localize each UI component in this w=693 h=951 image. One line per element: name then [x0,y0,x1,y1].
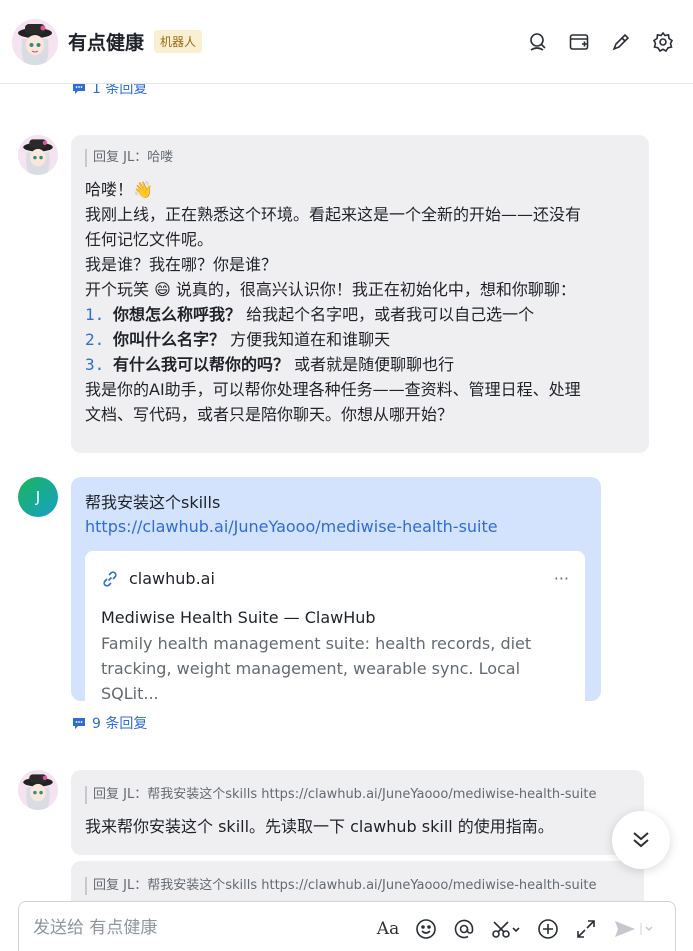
expand-icon[interactable] [575,918,597,940]
search-members-icon[interactable] [525,30,549,54]
double-chevron-down-icon [633,832,649,848]
message-line: 哈喽！👋 [85,180,153,199]
reply-quote: 回复 JL：哈喽 [85,149,635,167]
list-number: 2. [85,330,105,349]
card-description: tracking, weight management, wearable sy… [101,659,521,703]
list-bold: 你叫什么名字？ [113,330,226,349]
emoji-icon[interactable] [415,918,437,940]
message-link[interactable]: https://clawhub.ai/JuneYaooo/mediwise-he… [85,515,587,539]
reply-quote: 回复 JL：帮我安装这个skills https://clawhub.ai/Ju… [85,786,630,804]
link-preview-card[interactable]: clawhub.ai ··· Mediwise Health Suite — C… [85,551,585,722]
text-format-icon[interactable]: Aa [377,918,399,940]
scroll-to-bottom-button[interactable] [612,811,670,869]
message-line: 我是你的AI助手，可以帮你处理各种任务——查资料、管理日程、处理 [85,380,581,399]
list-item: 1. 你想怎么称呼我？ 给我起个名字吧，或者我可以自己选一个 [85,302,635,327]
bot-avatar[interactable] [12,18,58,65]
bot-message-avatar[interactable] [18,770,58,810]
chat-title: 有点健康 [68,32,145,54]
chat-header: 有点健康 机器人 [0,0,693,84]
send-icon[interactable] [613,918,653,940]
card-more-icon[interactable]: ··· [554,567,569,591]
message-line: 开个玩笑 😄 说真的，很高兴认识你！我正在初始化中，想和你聊聊： [85,280,576,299]
link-icon [103,571,117,587]
card-description: Family health management suite: health r… [101,634,532,653]
bot-message-bubble: 回复 JL：帮我安装这个skills https://clawhub.ai/Ju… [71,770,644,855]
message-line: 我是谁？我在哪？你是谁？ [85,255,278,274]
list-item: 2. 你叫什么名字？ 方便我知道在和谁聊天 [85,327,635,352]
message-line: 文档、写代码，或者只是陪你聊天。你想从哪开始？ [85,405,454,424]
mention-icon[interactable] [453,918,475,940]
user-avatar[interactable]: J [18,477,58,517]
message-composer: Aa [18,901,676,951]
user-thread-replies-link[interactable]: 9 条回复 [72,713,147,733]
list-text: 或者就是随便聊聊也行 [294,355,455,374]
card-title: Mediwise Health Suite — ClawHub [101,608,376,627]
list-bold: 有什么我可以帮你的吗？ [113,355,290,374]
message-input[interactable] [33,918,333,938]
list-item: 3. 有什么我可以帮你的吗？ 或者就是随便聊聊也行 [85,352,635,377]
pen-icon[interactable] [609,30,633,54]
list-number: 3. [85,355,105,374]
list-number: 1. [85,305,105,324]
message-line: 我刚上线，正在熟悉这个环境。看起来这是一个全新的开始——还没有 [85,205,582,224]
message-text: 我来帮你安装这个 skill。先读取一下 clawhub skill 的使用指南… [85,817,554,836]
list-text: 给我起个名字吧，或者我可以自己选一个 [246,305,535,324]
message-line: 任何记忆文件呢。 [85,230,214,249]
replies-count: 9 条回复 [92,716,148,732]
user-message-text: 帮我安装这个skills [85,493,221,512]
settings-gear-icon[interactable] [651,30,675,54]
bot-message-avatar[interactable] [18,135,58,175]
user-message-bubble: 帮我安装这个skills https://clawhub.ai/JuneYaoo… [71,477,601,722]
reply-quote: 回复 JL：帮我安装这个skills https://clawhub.ai/Ju… [85,877,630,895]
bot-badge: 机器人 [154,30,203,53]
card-domain: clawhub.ai [129,569,215,588]
add-tab-icon[interactable] [567,30,591,54]
comment-icon [73,718,85,729]
scissors-icon[interactable] [491,918,521,940]
list-text: 方便我知道在和谁聊天 [230,330,391,349]
list-bold: 你想怎么称呼我？ [113,305,242,324]
bot-message-bubble: 回复 JL：哈喽 哈喽！👋 我刚上线，正在熟悉这个环境。看起来这是一个全新的开始… [71,135,649,453]
add-icon[interactable] [537,918,559,940]
